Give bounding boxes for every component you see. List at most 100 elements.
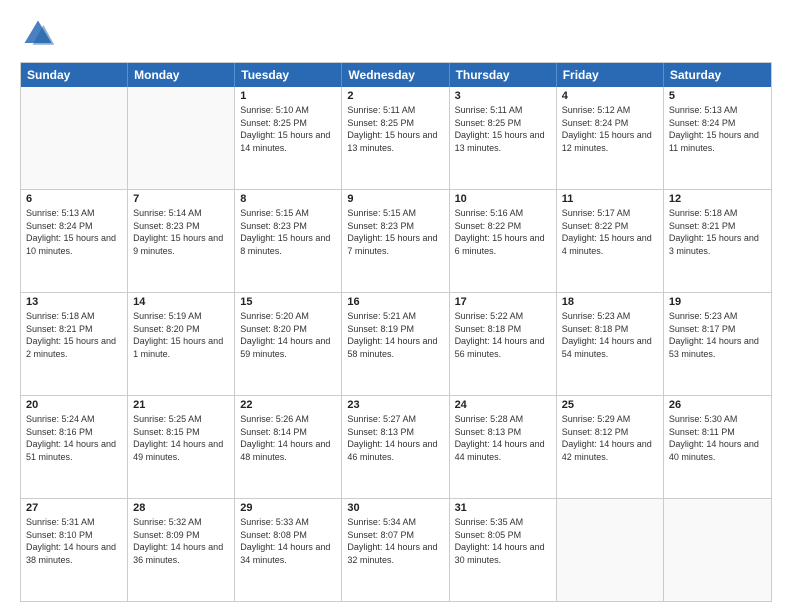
calendar-cell: 2 Sunrise: 5:11 AMSunset: 8:25 PMDaylight… (342, 87, 449, 189)
cell-day-number: 2 (347, 90, 443, 102)
calendar-cell: 4 Sunrise: 5:12 AMSunset: 8:24 PMDaylight… (557, 87, 664, 189)
calendar-cell: 3 Sunrise: 5:11 AMSunset: 8:25 PMDaylight… (450, 87, 557, 189)
calendar-cell: 26 Sunrise: 5:30 AMSunset: 8:11 PMDayligh… (664, 396, 771, 498)
cell-day-number: 6 (26, 193, 122, 205)
cell-info: Sunrise: 5:33 AMSunset: 8:08 PMDaylight:… (240, 516, 336, 566)
calendar-cell: 15 Sunrise: 5:20 AMSunset: 8:20 PMDayligh… (235, 293, 342, 395)
calendar-cell: 9Sunrise: 5:15 AMSunset: 8:23 PMDaylight… (342, 190, 449, 292)
cell-day-number: 23 (347, 399, 443, 411)
cell-day-number: 15 (240, 296, 336, 308)
cell-day-number: 26 (669, 399, 766, 411)
calendar-cell: 12 Sunrise: 5:18 AMSunset: 8:21 PMDayligh… (664, 190, 771, 292)
cell-day-number: 13 (26, 296, 122, 308)
calendar-cell: 16 Sunrise: 5:21 AMSunset: 8:19 PMDayligh… (342, 293, 449, 395)
calendar-cell: 11 Sunrise: 5:17 AMSunset: 8:22 PMDayligh… (557, 190, 664, 292)
calendar-cell: 21 Sunrise: 5:25 AMSunset: 8:15 PMDayligh… (128, 396, 235, 498)
cell-day-number: 19 (669, 296, 766, 308)
cell-day-number: 28 (133, 502, 229, 514)
calendar-cell: 19 Sunrise: 5:23 AMSunset: 8:17 PMDayligh… (664, 293, 771, 395)
cell-info: Sunrise: 5:30 AMSunset: 8:11 PMDaylight:… (669, 413, 766, 463)
cell-info: Sunrise: 5:13 AMSunset: 8:24 PMDaylight:… (669, 104, 766, 154)
cell-info: Sunrise: 5:29 AMSunset: 8:12 PMDaylight:… (562, 413, 658, 463)
cell-day-number: 30 (347, 502, 443, 514)
calendar-cell: 1 Sunrise: 5:10 AMSunset: 8:25 PMDaylight… (235, 87, 342, 189)
cell-info: Sunrise: 5:17 AMSunset: 8:22 PMDaylight:… (562, 207, 658, 257)
cell-day-number: 1 (240, 90, 336, 102)
cell-day-number: 12 (669, 193, 766, 205)
header (20, 16, 772, 52)
calendar-cell: 22 Sunrise: 5:26 AMSunset: 8:14 PMDayligh… (235, 396, 342, 498)
logo (20, 16, 60, 52)
calendar-week-2: 6 Sunrise: 5:13 AMSunset: 8:24 PMDaylight… (21, 189, 771, 292)
calendar-cell: 25 Sunrise: 5:29 AMSunset: 8:12 PMDayligh… (557, 396, 664, 498)
cell-day-number: 10 (455, 193, 551, 205)
cell-day-number: 14 (133, 296, 229, 308)
cell-day-number: 25 (562, 399, 658, 411)
cell-info: Sunrise: 5:24 AMSunset: 8:16 PMDaylight:… (26, 413, 122, 463)
cell-info: Sunrise: 5:13 AMSunset: 8:24 PMDaylight:… (26, 207, 122, 257)
cell-day-number: 3 (455, 90, 551, 102)
cell-info: Sunrise: 5:11 AMSunset: 8:25 PMDaylight:… (455, 104, 551, 154)
calendar-cell: 23 Sunrise: 5:27 AMSunset: 8:13 PMDayligh… (342, 396, 449, 498)
cell-day-number: 16 (347, 296, 443, 308)
calendar-cell: 8 Sunrise: 5:15 AMSunset: 8:23 PMDaylight… (235, 190, 342, 292)
cell-info: Sunrise: 5:19 AMSunset: 8:20 PMDaylight:… (133, 310, 229, 360)
cell-info: Sunrise: 5:22 AMSunset: 8:18 PMDaylight:… (455, 310, 551, 360)
cell-info: Sunrise: 5:23 AMSunset: 8:17 PMDaylight:… (669, 310, 766, 360)
cell-day-number: 20 (26, 399, 122, 411)
cell-info: Sunrise: 5:34 AMSunset: 8:07 PMDaylight:… (347, 516, 443, 566)
cell-day-number: 11 (562, 193, 658, 205)
cell-info: Sunrise: 5:15 AMSunset: 8:23 PMDaylight:… (347, 207, 443, 257)
cell-day-number: 4 (562, 90, 658, 102)
calendar: SundayMondayTuesdayWednesdayThursdayFrid… (20, 62, 772, 602)
cell-info: Sunrise: 5:15 AMSunset: 8:23 PMDaylight:… (240, 207, 336, 257)
calendar-cell: 5Sunrise: 5:13 AMSunset: 8:24 PMDaylight… (664, 87, 771, 189)
calendar-body: 1 Sunrise: 5:10 AMSunset: 8:25 PMDaylight… (21, 87, 771, 601)
cell-day-number: 21 (133, 399, 229, 411)
cell-info: Sunrise: 5:11 AMSunset: 8:25 PMDaylight:… (347, 104, 443, 154)
calendar-cell: 31 Sunrise: 5:35 AMSunset: 8:05 PMDayligh… (450, 499, 557, 601)
cell-info: Sunrise: 5:31 AMSunset: 8:10 PMDaylight:… (26, 516, 122, 566)
calendar-cell: 10 Sunrise: 5:16 AMSunset: 8:22 PMDayligh… (450, 190, 557, 292)
day-header-saturday: Saturday (664, 63, 771, 87)
cell-day-number: 17 (455, 296, 551, 308)
calendar-cell (128, 87, 235, 189)
cell-info: Sunrise: 5:16 AMSunset: 8:22 PMDaylight:… (455, 207, 551, 257)
calendar-cell: 6 Sunrise: 5:13 AMSunset: 8:24 PMDaylight… (21, 190, 128, 292)
calendar-cell (557, 499, 664, 601)
calendar-cell (21, 87, 128, 189)
calendar-cell: 24 Sunrise: 5:28 AMSunset: 8:13 PMDayligh… (450, 396, 557, 498)
cell-info: Sunrise: 5:35 AMSunset: 8:05 PMDaylight:… (455, 516, 551, 566)
cell-day-number: 27 (26, 502, 122, 514)
calendar-cell: 14 Sunrise: 5:19 AMSunset: 8:20 PMDayligh… (128, 293, 235, 395)
cell-day-number: 31 (455, 502, 551, 514)
calendar-cell: 13 Sunrise: 5:18 AMSunset: 8:21 PMDayligh… (21, 293, 128, 395)
day-header-sunday: Sunday (21, 63, 128, 87)
cell-info: Sunrise: 5:12 AMSunset: 8:24 PMDaylight:… (562, 104, 658, 154)
logo-icon (20, 16, 56, 52)
calendar-week-5: 27 Sunrise: 5:31 AMSunset: 8:10 PMDayligh… (21, 498, 771, 601)
cell-day-number: 18 (562, 296, 658, 308)
cell-day-number: 24 (455, 399, 551, 411)
calendar-cell: 7Sunrise: 5:14 AMSunset: 8:23 PMDaylight… (128, 190, 235, 292)
cell-info: Sunrise: 5:28 AMSunset: 8:13 PMDaylight:… (455, 413, 551, 463)
cell-info: Sunrise: 5:18 AMSunset: 8:21 PMDaylight:… (669, 207, 766, 257)
cell-info: Sunrise: 5:26 AMSunset: 8:14 PMDaylight:… (240, 413, 336, 463)
cell-info: Sunrise: 5:27 AMSunset: 8:13 PMDaylight:… (347, 413, 443, 463)
cell-info: Sunrise: 5:21 AMSunset: 8:19 PMDaylight:… (347, 310, 443, 360)
day-header-wednesday: Wednesday (342, 63, 449, 87)
day-header-monday: Monday (128, 63, 235, 87)
cell-info: Sunrise: 5:20 AMSunset: 8:20 PMDaylight:… (240, 310, 336, 360)
day-header-friday: Friday (557, 63, 664, 87)
calendar-week-3: 13 Sunrise: 5:18 AMSunset: 8:21 PMDayligh… (21, 292, 771, 395)
calendar-cell: 30 Sunrise: 5:34 AMSunset: 8:07 PMDayligh… (342, 499, 449, 601)
cell-info: Sunrise: 5:10 AMSunset: 8:25 PMDaylight:… (240, 104, 336, 154)
cell-day-number: 8 (240, 193, 336, 205)
cell-info: Sunrise: 5:25 AMSunset: 8:15 PMDaylight:… (133, 413, 229, 463)
day-header-thursday: Thursday (450, 63, 557, 87)
cell-info: Sunrise: 5:32 AMSunset: 8:09 PMDaylight:… (133, 516, 229, 566)
cell-info: Sunrise: 5:18 AMSunset: 8:21 PMDaylight:… (26, 310, 122, 360)
cell-day-number: 22 (240, 399, 336, 411)
calendar-week-1: 1 Sunrise: 5:10 AMSunset: 8:25 PMDaylight… (21, 87, 771, 189)
cell-info: Sunrise: 5:14 AMSunset: 8:23 PMDaylight:… (133, 207, 229, 257)
